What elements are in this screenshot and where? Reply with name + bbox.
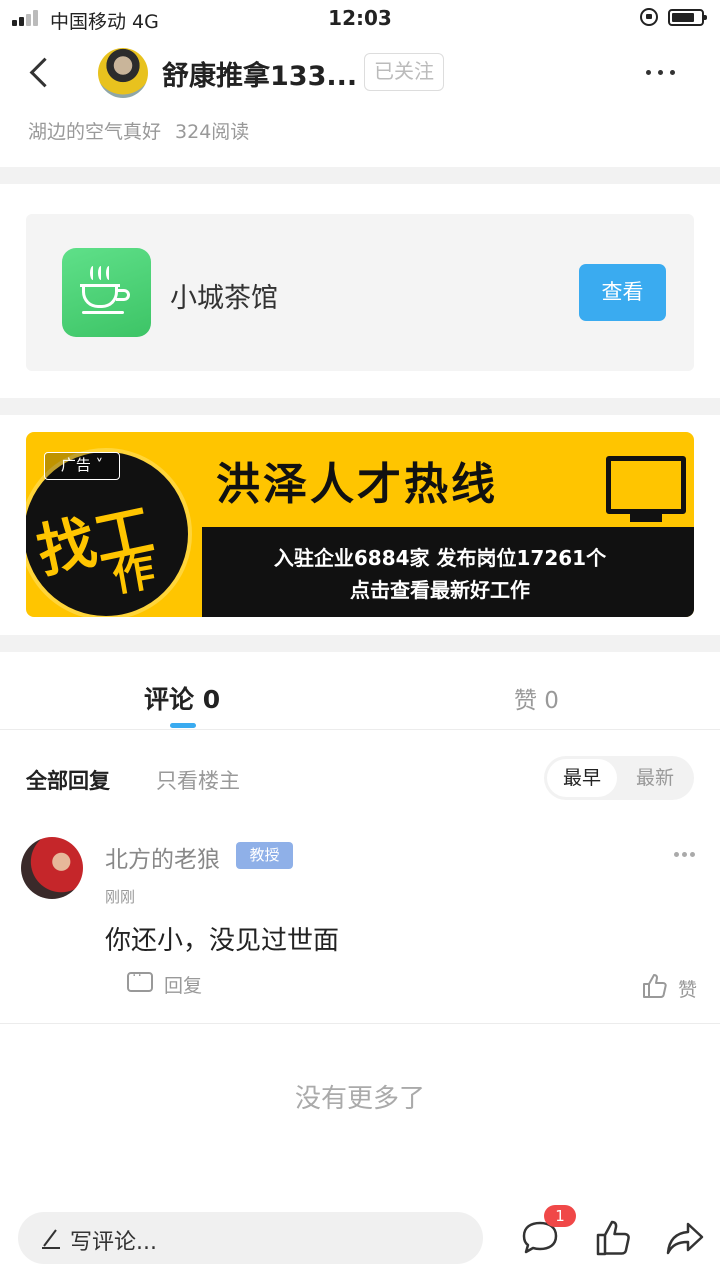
comment-input-placeholder: 写评论... bbox=[70, 1230, 157, 1255]
filter-all-replies[interactable]: 全部回复 bbox=[26, 765, 110, 795]
rotation-lock-icon bbox=[640, 8, 658, 26]
read-count: 324阅读 bbox=[175, 121, 250, 143]
ad-banner[interactable]: 找工 作 广告 ˅ 洪泽人才热线 入驻企业6884家 发布岗位17261个 点击… bbox=[26, 432, 694, 617]
banner-black-bar bbox=[202, 527, 694, 617]
post-meta: 湖边的空气真好 324阅读 bbox=[28, 117, 249, 144]
end-of-list-text: 没有更多了 bbox=[294, 1084, 425, 1114]
reply-icon[interactable] bbox=[127, 968, 153, 992]
commenter-name[interactable]: 北方的老狼 bbox=[105, 840, 220, 874]
comment-divider bbox=[0, 1023, 720, 1024]
tab-comments[interactable]: 评论 0 bbox=[144, 680, 220, 716]
teacup-icon bbox=[62, 248, 151, 337]
author-avatar[interactable] bbox=[98, 48, 148, 98]
tab-divider bbox=[0, 729, 720, 730]
reply-button[interactable]: 回复 bbox=[164, 971, 202, 998]
monitor-icon bbox=[606, 456, 686, 514]
follow-button[interactable]: 已关注 bbox=[364, 53, 444, 91]
sort-toggle: 最早 最新 bbox=[544, 756, 694, 800]
section-divider bbox=[0, 167, 720, 184]
user-badge: 教授 bbox=[236, 842, 293, 869]
thumbs-up-icon[interactable] bbox=[641, 972, 669, 1000]
ad-tag-label: 广告 bbox=[60, 456, 91, 474]
section-divider bbox=[0, 635, 720, 652]
ad-tag[interactable]: 广告 ˅ bbox=[44, 452, 120, 480]
like-button[interactable]: 赞 bbox=[678, 975, 697, 1002]
author-name[interactable]: 舒康推拿133... bbox=[162, 54, 357, 93]
more-options-icon[interactable] bbox=[644, 60, 678, 84]
back-button[interactable] bbox=[24, 54, 64, 94]
active-tab-indicator bbox=[170, 723, 196, 728]
share-icon[interactable] bbox=[664, 1218, 706, 1258]
sort-earliest[interactable]: 最早 bbox=[547, 759, 617, 797]
comment-more-icon[interactable] bbox=[674, 850, 698, 860]
banner-title: 洪泽人才热线 bbox=[216, 459, 498, 510]
sort-newest[interactable]: 最新 bbox=[620, 759, 690, 797]
comment-input[interactable]: 写评论... bbox=[18, 1212, 483, 1264]
thumbs-up-icon[interactable] bbox=[594, 1218, 634, 1258]
view-button[interactable]: 查看 bbox=[579, 264, 666, 321]
commenter-avatar[interactable] bbox=[21, 837, 83, 899]
pencil-icon bbox=[42, 1229, 60, 1249]
banner-line-2: 点击查看最新好工作 bbox=[350, 578, 530, 602]
monitor-stand bbox=[630, 514, 662, 522]
status-bar: 中国移动 4G 12:03 bbox=[0, 0, 720, 38]
post-title: 湖边的空气真好 bbox=[28, 121, 162, 143]
tab-likes[interactable]: 赞 0 bbox=[514, 681, 559, 715]
section-divider bbox=[0, 398, 720, 415]
filter-owner-only[interactable]: 只看楼主 bbox=[156, 765, 240, 795]
comment-count-badge: 1 bbox=[544, 1205, 576, 1227]
battery-icon bbox=[668, 9, 707, 26]
mini-app-name: 小城茶馆 bbox=[170, 283, 278, 314]
clock: 12:03 bbox=[328, 6, 392, 30]
comment-time: 刚刚 bbox=[105, 888, 136, 906]
comment-text: 你还小，没见过世面 bbox=[105, 926, 340, 956]
banner-line-1: 入驻企业6884家 发布岗位17261个 bbox=[273, 546, 607, 570]
